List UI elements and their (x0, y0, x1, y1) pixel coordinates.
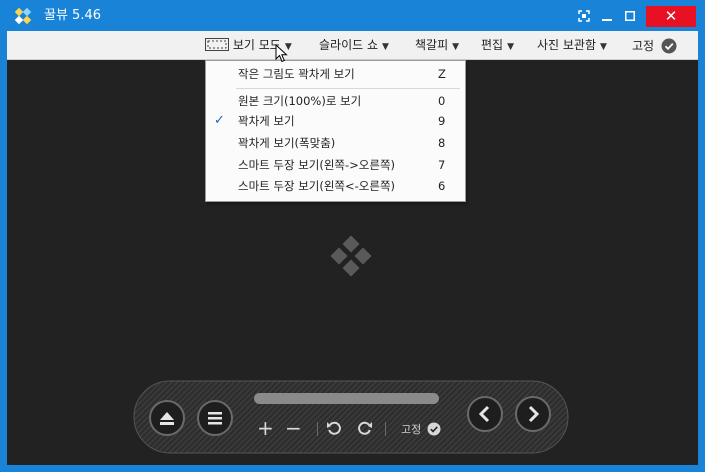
menu-item-fill-small[interactable]: 작은 그림도 꽉차게 보기 Z (206, 64, 465, 84)
menu-item-fit[interactable]: ✓ 꽉차게 보기 9 (206, 111, 465, 131)
next-button[interactable] (515, 396, 551, 432)
cursor-icon (275, 44, 288, 63)
menu-item-label: 꽉차게 보기 (238, 114, 295, 128)
chevron-down-icon: ▼ (382, 42, 389, 52)
menu-button[interactable] (197, 400, 233, 436)
app-logo-icon (330, 235, 372, 277)
eject-icon (160, 412, 174, 425)
divider (317, 422, 318, 436)
chevron-down-icon: ▼ (452, 42, 460, 52)
window-title: 꿀뷰 5.46 (44, 8, 101, 23)
minimize-icon[interactable] (595, 6, 619, 26)
zoom-in-button[interactable]: + (257, 418, 274, 438)
shortcut-key: 8 (438, 136, 446, 150)
chevron-left-icon (478, 405, 490, 423)
eject-button[interactable] (149, 400, 185, 436)
shortcut-key: 0 (438, 94, 446, 108)
app-logo-icon (14, 7, 32, 25)
check-icon: ✓ (214, 113, 225, 128)
menu-item-smart-two-page-ltr[interactable]: 스마트 두장 보기(왼쪽->오른쪽) 7 (206, 155, 465, 175)
menu-slideshow[interactable]: 슬라이드 쇼 ▼ (319, 38, 389, 54)
menu-item-smart-two-page-rtl[interactable]: 스마트 두장 보기(왼쪽<-오른쪽) 6 (206, 176, 465, 196)
controller-bar: + − 고정 (133, 380, 569, 454)
app-window: 꿀뷰 5.46 ✕ 보기 모드 ▼ 슬라이드 쇼 ▼ 책갈피 ▼ 편집 ▼ 사진… (0, 0, 705, 472)
menu-item-label: 스마트 두장 보기(왼쪽<-오른쪽) (238, 179, 396, 193)
pin-toggle[interactable]: 고정 (401, 421, 441, 437)
close-button[interactable]: ✕ (646, 6, 696, 27)
menu-item-label: 작은 그림도 꽉차게 보기 (238, 67, 355, 81)
menu-slideshow-label: 슬라이드 쇼 (319, 38, 379, 52)
fullscreen-icon[interactable] (572, 6, 596, 26)
zoom-out-button[interactable]: − (285, 418, 302, 438)
hamburger-icon (208, 412, 222, 425)
menu-view-mode-label: 보기 모드 (232, 38, 281, 52)
maximize-icon[interactable] (618, 6, 642, 26)
shortcut-key: Z (438, 67, 446, 81)
divider (385, 422, 386, 436)
rotate-left-icon[interactable] (326, 420, 342, 436)
menu-bookmark-label: 책갈피 (415, 38, 449, 52)
shortcut-key: 6 (438, 179, 446, 193)
previous-button[interactable] (467, 396, 503, 432)
check-circle-icon (427, 422, 441, 436)
view-mode-dropdown: 작은 그림도 꽉차게 보기 Z 원본 크기(100%)로 보기 0 ✓ 꽉차게 … (205, 60, 466, 202)
menu-item-label: 원본 크기(100%)로 보기 (238, 94, 362, 108)
shortcut-key: 7 (438, 158, 446, 172)
menu-item-fit-width[interactable]: 꽉차게 보기(폭맞춤) 8 (206, 133, 465, 153)
chevron-down-icon: ▼ (600, 42, 607, 52)
menu-bar: 보기 모드 ▼ 슬라이드 쇼 ▼ 책갈피 ▼ 편집 ▼ 사진 보관함 ▼ 고정 (7, 31, 698, 60)
menu-photo-storage[interactable]: 사진 보관함 ▼ (537, 38, 607, 54)
menu-item-label: 스마트 두장 보기(왼쪽->오른쪽) (238, 158, 396, 172)
title-bar[interactable]: 꿀뷰 5.46 ✕ (0, 0, 705, 31)
menu-edit-label: 편집 (481, 38, 504, 52)
chevron-right-icon (528, 405, 540, 423)
menu-separator (236, 88, 460, 89)
menu-pin-label: 고정 (632, 39, 655, 53)
menu-item-original-size[interactable]: 원본 크기(100%)로 보기 0 (206, 91, 465, 111)
chevron-down-icon: ▼ (507, 42, 515, 52)
menu-edit[interactable]: 편집 ▼ (481, 38, 514, 54)
view-mode-icon (205, 38, 229, 51)
rotate-right-icon[interactable] (357, 420, 373, 436)
menu-item-label: 꽉차게 보기(폭맞춤) (238, 136, 336, 150)
pin-label: 고정 (401, 423, 422, 436)
check-circle-icon (661, 38, 677, 54)
shortcut-key: 9 (438, 114, 446, 128)
menu-bookmark[interactable]: 책갈피 ▼ (415, 38, 459, 54)
menu-pin[interactable]: 고정 (632, 38, 677, 54)
menu-photo-storage-label: 사진 보관함 (537, 38, 597, 52)
